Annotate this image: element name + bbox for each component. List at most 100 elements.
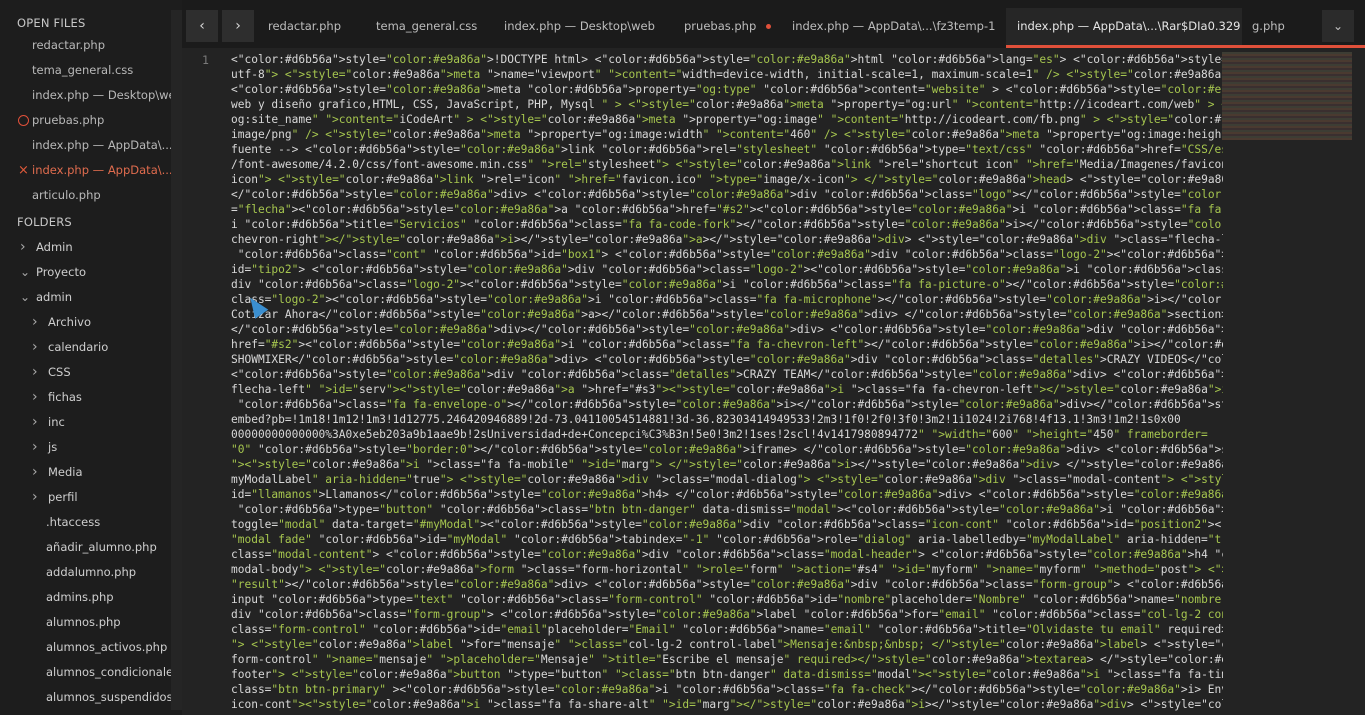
code-line: Cotizar Ahora</"color:#d6b56a">style="co…	[231, 308, 1223, 321]
tree-item[interactable]: alumnos_activos.php	[32, 635, 182, 660]
code-line: "color:#d6b56a">class="fa fa-envelope-o"…	[237, 398, 1223, 411]
tree-item[interactable]: admins.php	[32, 585, 182, 610]
tree-item[interactable]: › CSS	[32, 360, 182, 385]
open-file-item[interactable]: index.php — AppData\...\fz	[0, 133, 172, 158]
tree-item[interactable]: › inc	[32, 410, 182, 435]
folders-heading: FOLDERS	[17, 215, 72, 229]
code-line: "color:#d6b56a">class="cont" "color:#d6b…	[237, 248, 1223, 261]
code-line: "0" "color:#d6b56a">style="border:0"></"…	[231, 443, 1223, 456]
chevron-down-icon: ⌄	[20, 290, 31, 304]
tree-item[interactable]: ⌄ Proyecto	[20, 260, 180, 285]
tree-item[interactable]: › js	[32, 435, 182, 460]
sidebar: OPEN FILES redactar.php tema_general.cssi…	[0, 0, 182, 715]
code-line: toggle="modal" data-target="#myModal"><"…	[231, 518, 1223, 531]
tab-label: tema_general.css	[376, 19, 478, 33]
code-line: i "color:#d6b56a">title="Servicios" "col…	[231, 218, 1223, 231]
tab-6[interactable]: g.php	[1242, 8, 1302, 46]
chevron-right-icon: ›	[32, 439, 38, 455]
open-file-label: redactar.php	[32, 38, 105, 52]
code-line: 00000000000000%3A0xe5eb203a9b1aae9b!2sUn…	[231, 428, 1208, 441]
code-line: form-control" ">name="mensaje" ">placeho…	[231, 653, 1223, 666]
code-line: id="llamanos">Llamanos</"color:#d6b56a">…	[231, 488, 1223, 501]
chevron-right-icon: ›	[32, 389, 38, 405]
tab-label: redactar.php	[268, 19, 341, 33]
tree-item[interactable]: › calendario	[32, 335, 182, 360]
tree-item-label: addalumno.php	[46, 565, 137, 579]
code-line: "modal fade" "color:#d6b56a">id="myModal…	[231, 533, 1223, 546]
tree-item-label: Media	[48, 465, 83, 479]
editor[interactable]: 1 <"color:#d6b56a">style="color:#e9a86a"…	[182, 48, 1365, 715]
tree-item[interactable]: addalumno.php	[32, 560, 182, 585]
tree-item-label: alumnos.php	[46, 615, 121, 629]
code-area[interactable]: <"color:#d6b56a">style="color:#e9a86a">!…	[231, 52, 1223, 712]
code-line: web y diseño grafico,HTML, CSS, JavaScri…	[231, 98, 1223, 111]
tab-2[interactable]: index.php — Desktop\web	[494, 8, 674, 46]
tree-item-label: Archivo	[48, 315, 91, 329]
tree-item-label: admins.php	[46, 590, 114, 604]
tree-item[interactable]: alumnos.php	[32, 610, 182, 635]
code-line: ="flecha"><"color:#d6b56a">style="color:…	[231, 203, 1223, 216]
code-line: "><">style="color:#e9a86a">i ">class="fa…	[231, 458, 1223, 471]
minimap[interactable]	[1222, 52, 1352, 140]
open-file-item[interactable]: redactar.php	[0, 33, 172, 58]
code-line: icon"> <">style="color:#e9a86a">link ">r…	[231, 173, 1223, 186]
code-line: flecha-left" ">id="serv"><">style="color…	[231, 383, 1223, 396]
tree-item[interactable]: › Admin	[20, 235, 180, 260]
open-file-item[interactable]: index.php — Desktop\web	[0, 83, 172, 108]
chevron-right-icon: ›	[32, 314, 38, 330]
tab-back-button[interactable]: ‹	[186, 10, 218, 42]
tree-item[interactable]: añadir_alumno.php	[32, 535, 182, 560]
sidebar-scrollbar[interactable]	[171, 10, 182, 710]
close-icon[interactable]: ×	[18, 158, 29, 183]
code-line: div "color:#d6b56a">class="form-group"> …	[231, 608, 1223, 621]
tab-forward-button[interactable]: ›	[222, 10, 254, 42]
code-line: embed?pb=!1m18!1m12!1m3!1d12775.24642094…	[231, 413, 1181, 426]
chevron-right-icon: ›	[235, 18, 241, 34]
tree-item[interactable]: alumnos_suspendidos	[32, 685, 182, 710]
code-line: icon-cont"><">style="color:#e9a86a">i ">…	[231, 698, 1223, 711]
tree-item[interactable]: › Media	[32, 460, 182, 485]
tree-item-label: Admin	[36, 240, 73, 254]
tab-5[interactable]: index.php — AppData\...\Rar$DIa0.329	[1006, 8, 1242, 46]
open-files-heading: OPEN FILES	[17, 16, 86, 30]
tree-item[interactable]: .htaccess	[32, 510, 182, 535]
tab-0[interactable]: redactar.php	[258, 8, 370, 46]
tree-item-label: alumnos_suspendidos	[46, 690, 173, 704]
tree-item-label: alumnos_condicionale	[46, 665, 174, 679]
tree-item[interactable]: › perfil	[32, 485, 182, 510]
chevron-right-icon: ›	[32, 414, 38, 430]
open-file-item[interactable]: articulo.php	[0, 183, 172, 208]
chevron-down-icon: ⌄	[20, 265, 31, 279]
tree-item-label: alumnos_activos.php	[46, 640, 168, 654]
code-line: class="btn btn-primary" ><"color:#d6b56a…	[231, 683, 1223, 696]
tree-item[interactable]: ⌄ admin	[20, 285, 180, 310]
code-line: myModalLabel" aria-hidden="true"> <">sty…	[231, 473, 1223, 486]
unsaved-dot-icon	[18, 115, 29, 126]
tree-item-label: admin	[36, 290, 73, 304]
tab-1[interactable]: tema_general.css	[366, 8, 494, 46]
tree-item-label: js	[48, 440, 58, 454]
code-line: </"color:#d6b56a">style="color:#e9a86a">…	[231, 323, 1223, 336]
chevron-right-icon: ›	[32, 489, 38, 505]
code-line: "color:#d6b56a">type="button" "color:#d6…	[237, 503, 1223, 516]
tree-item[interactable]: › fichas	[32, 385, 182, 410]
tree-item[interactable]: › Archivo	[32, 310, 182, 335]
open-file-label: index.php — AppData\...\R	[32, 163, 172, 177]
tab-label: pruebas.php	[684, 19, 757, 33]
tab-3[interactable]: pruebas.php	[674, 8, 782, 46]
open-file-item[interactable]: pruebas.php	[0, 108, 172, 133]
code-line: </"color:#d6b56a">style="color:#e9a86a">…	[231, 188, 1223, 201]
code-line: utf-8"> <">style="color:#e9a86a">meta ">…	[231, 68, 1223, 81]
tab-label: index.php — Desktop\web	[504, 19, 655, 33]
open-file-item[interactable]: tema_general.css	[0, 58, 172, 83]
code-line: <"color:#d6b56a">style="color:#e9a86a">d…	[231, 368, 1223, 381]
open-file-label: index.php — Desktop\web	[32, 88, 172, 102]
tab-list-dropdown[interactable]: ⌄	[1322, 10, 1354, 42]
tab-4[interactable]: index.php — AppData\...\fz3temp-1	[782, 8, 1006, 46]
open-file-item[interactable]: × index.php — AppData\...\R	[0, 158, 172, 183]
tree-item-label: inc	[48, 415, 65, 429]
tree-item[interactable]: alumnos_condicionale	[32, 660, 182, 685]
code-line: "> <">style="color:#e9a86a">label ">for=…	[231, 638, 1223, 651]
code-line: class="modal-content"> <"color:#d6b56a">…	[231, 548, 1223, 561]
open-file-label: pruebas.php	[32, 113, 105, 127]
